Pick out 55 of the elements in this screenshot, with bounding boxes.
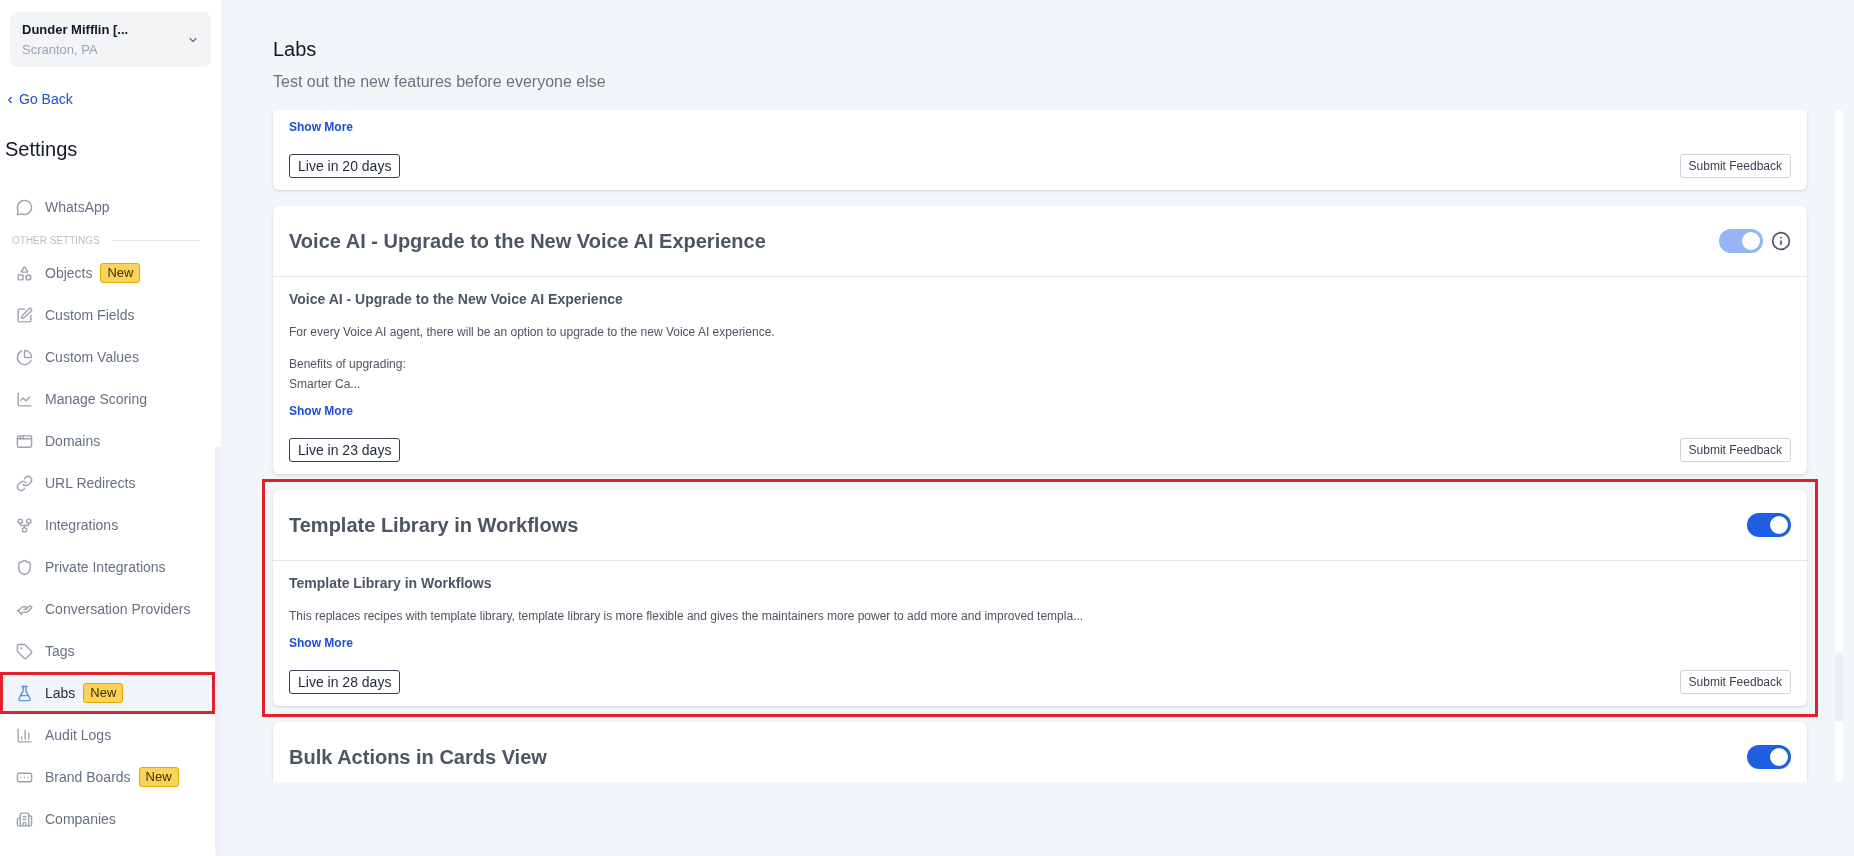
company-selector[interactable]: Dunder Mifflin [... Scranton, PA	[10, 12, 211, 67]
sidebar-item[interactable]: Brand Boards New	[0, 756, 215, 798]
page-title: Labs	[273, 37, 318, 62]
line-chart-icon	[16, 390, 33, 408]
feature-description: Benefits of upgrading: Smarter Ca...	[289, 356, 407, 393]
section-label: OTHER SETTINGS	[12, 233, 100, 248]
feature-subtitle: Voice AI - Upgrade to the New Voice AI Experience	[289, 290, 624, 309]
feature-title: Template Library in Workflows	[289, 513, 579, 538]
sidebar-item[interactable]: Tags	[0, 630, 215, 672]
feature-title: Voice AI - Upgrade to the New Voice AI Experience	[289, 229, 766, 254]
feature-description: This replaces recipes with template library, template library is more flexible and gives the maintainers more power to add more and improved templa...	[289, 608, 1085, 625]
scrollbar-thumb[interactable]	[215, 446, 221, 856]
sidebar-item[interactable]: WhatsApp	[0, 186, 215, 228]
feature-title: Bulk Actions in Cards View	[289, 745, 547, 770]
pie-chart-icon	[16, 348, 33, 366]
sidebar-item[interactable]: Custom Fields	[0, 294, 215, 336]
live-badge: Live in 20 days	[289, 154, 401, 178]
page-subtitle: Test out the new features before everyone else	[273, 72, 607, 92]
new-badge: New	[100, 263, 141, 283]
toggle-switch[interactable]	[1747, 745, 1791, 769]
shapes-icon	[16, 264, 33, 282]
sidebar-item[interactable]: Objects New	[0, 252, 215, 294]
live-badge: Live in 28 days	[289, 670, 401, 694]
feature-description: For every Voice AI agent, there will be an option to upgrade to the new Voice AI experience.	[289, 324, 776, 341]
submit-feedback-button[interactable]: Submit Feedback	[1679, 154, 1791, 178]
sidebar-item[interactable]: Integrations	[0, 504, 215, 546]
building-icon	[16, 810, 33, 828]
flask-icon	[16, 684, 33, 702]
settings-heading: Settings	[4, 137, 79, 162]
submit-feedback-button[interactable]: Submit Feedback	[1679, 670, 1791, 694]
link-icon	[16, 474, 33, 492]
new-badge: New	[138, 767, 179, 787]
sidebar-item[interactable]: Custom Values	[0, 336, 215, 378]
show-more-link[interactable]: Show More	[289, 634, 353, 652]
sidebar-item[interactable]: URL Redirects	[0, 462, 215, 504]
new-badge: New	[83, 683, 124, 703]
tag-icon	[16, 642, 33, 660]
sidebar-item[interactable]: Manage Scoring	[0, 378, 215, 420]
shield-icon	[16, 558, 33, 576]
fork-icon	[16, 516, 33, 534]
sidebar-item[interactable]: Audit Logs	[0, 714, 215, 756]
chevron-left-icon	[5, 94, 15, 105]
sidebar-item[interactable]: Domains	[0, 420, 215, 462]
pen-square-icon	[16, 306, 33, 324]
sidebar-item[interactable]: Companies	[0, 798, 215, 840]
go-back-link[interactable]: Go Back	[0, 89, 221, 110]
bar-chart-icon	[16, 726, 33, 744]
feature-subtitle: Template Library in Workflows	[289, 574, 493, 593]
toggle-switch[interactable]	[1747, 513, 1791, 537]
live-badge: Live in 23 days	[289, 438, 401, 462]
window-icon	[16, 432, 33, 450]
chat-bubble-icon	[16, 198, 33, 216]
sidebar-item[interactable]: Conversation Providers	[0, 588, 215, 630]
show-more-link[interactable]: Show More	[289, 118, 353, 136]
sidebar-item[interactable]: Private Integrations	[0, 546, 215, 588]
